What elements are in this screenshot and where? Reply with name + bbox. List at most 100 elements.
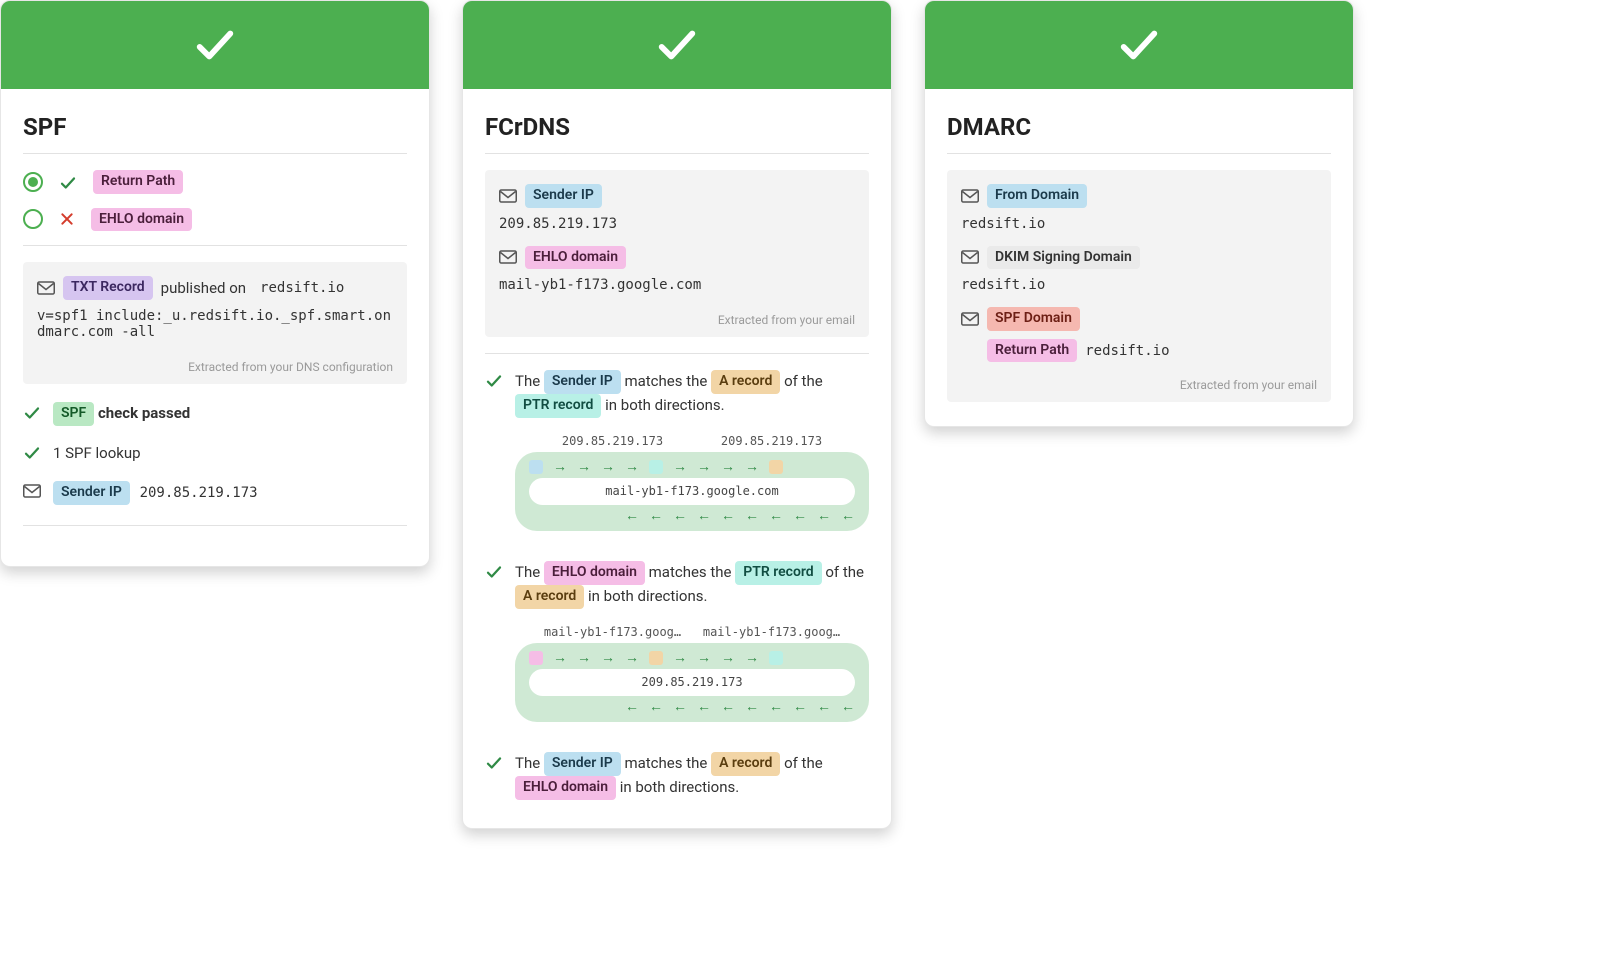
dkim-tag: DKIM Signing Domain <box>987 246 1140 270</box>
radio-unselected-icon <box>23 209 43 229</box>
spf-sender-ip-row: Sender IP 209.85.219.173 <box>23 481 407 505</box>
mail-icon <box>23 484 41 498</box>
chip <box>529 460 543 474</box>
dmarc-card: DMARC From Domain redsift.io DKIM Signin… <box>924 0 1354 427</box>
chip <box>649 460 663 474</box>
divider <box>23 525 407 526</box>
dmarc-email-box: From Domain redsift.io DKIM Signing Doma… <box>947 170 1331 402</box>
rt-center-value: mail-yb1-f173.google.com <box>529 478 855 505</box>
ehlo-tag: EHLO domain <box>525 246 626 270</box>
footnote: Extracted from your email <box>499 307 855 331</box>
chip <box>649 651 663 665</box>
txt-record-box: TXT Record published on redsift.io v=spf… <box>23 262 407 384</box>
chip <box>529 651 543 665</box>
rt-label-right: mail-yb1-f173.goog… <box>692 623 851 642</box>
fcr-result-3: The Sender IP matches the A record of th… <box>485 752 869 800</box>
a-record-tag: A record <box>515 585 584 609</box>
text: in both directions. <box>616 778 739 796</box>
chip <box>769 460 783 474</box>
published-on-text: published on <box>161 279 246 297</box>
check-icon <box>654 22 700 68</box>
text: in both directions. <box>601 396 724 414</box>
text: The <box>515 372 544 390</box>
spf-lookup-row: 1 SPF lookup <box>23 442 407 465</box>
text: in both directions. <box>584 587 707 605</box>
txt-record-value: v=spf1 include:_u.redsift.io._spf.smart.… <box>37 308 393 340</box>
sender-ip-tag: Sender IP <box>53 481 130 505</box>
check-icon <box>23 404 41 422</box>
round-trip-diagram: mail-yb1-f173.goog… mail-yb1-f173.goog… … <box>515 623 869 722</box>
dkim-value: redsift.io <box>961 277 1317 293</box>
divider <box>485 353 869 354</box>
spf-check-passed-row: SPF check passed <box>23 402 407 426</box>
lookup-text: 1 SPF lookup <box>53 442 141 465</box>
fcr-result-1: The Sender IP matches the A record of th… <box>485 370 869 535</box>
sender-ip-tag: Sender IP <box>544 752 621 776</box>
from-domain-tag: From Domain <box>987 184 1087 208</box>
check-icon <box>485 754 503 772</box>
spf-option-return-path[interactable]: Return Path <box>23 170 407 194</box>
fcr-result-2: The EHLO domain matches the PTR record o… <box>485 561 869 726</box>
a-record-tag: A record <box>711 370 780 394</box>
radio-selected-icon <box>23 172 43 192</box>
check-icon <box>1116 22 1162 68</box>
txt-record-tag: TXT Record <box>63 276 153 300</box>
arrow-left-icon: ← <box>841 509 855 523</box>
mail-icon <box>961 189 979 203</box>
card-header <box>925 1 1353 89</box>
check-passed-text: check passed <box>94 404 190 422</box>
footnote: Extracted from your email <box>961 372 1317 396</box>
card-title: DMARC <box>947 113 1331 141</box>
mail-icon <box>499 250 517 264</box>
card-header <box>463 1 891 89</box>
fcrdns-card: FCrDNS Sender IP 209.85.219.173 EHLO dom… <box>462 0 892 829</box>
fcr-email-box: Sender IP 209.85.219.173 EHLO domain mai… <box>485 170 869 337</box>
spf-option-ehlo[interactable]: EHLO domain <box>23 208 407 232</box>
text: of the <box>822 563 864 581</box>
check-icon <box>192 22 238 68</box>
text: The <box>515 754 544 772</box>
divider <box>485 153 869 154</box>
text: matches the <box>621 372 711 390</box>
sender-ip-value: 209.85.219.173 <box>140 485 258 501</box>
ehlo-tag: EHLO domain <box>544 561 645 585</box>
a-record-tag: A record <box>711 752 780 776</box>
check-icon <box>485 563 503 581</box>
sender-ip-tag: Sender IP <box>525 184 602 208</box>
x-icon <box>59 211 75 227</box>
ptr-record-tag: PTR record <box>735 561 821 585</box>
mail-icon <box>499 189 517 203</box>
rt-label-right: 209.85.219.173 <box>692 432 851 451</box>
rt-center-value: 209.85.219.173 <box>529 669 855 696</box>
sender-ip-value: 209.85.219.173 <box>499 216 855 232</box>
text: of the <box>780 372 822 390</box>
ehlo-tag: EHLO domain <box>515 776 616 800</box>
published-on-domain: redsift.io <box>254 278 350 298</box>
card-title: SPF <box>23 113 407 141</box>
rt-label-left: 209.85.219.173 <box>533 432 692 451</box>
round-trip-diagram: 209.85.219.173 209.85.219.173 →→→→ →→→→ <box>515 432 869 531</box>
return-path-value: redsift.io <box>1085 343 1169 359</box>
mail-icon <box>961 312 979 326</box>
rt-label-left: mail-yb1-f173.goog… <box>533 623 692 642</box>
from-domain-value: redsift.io <box>961 216 1317 232</box>
check-icon <box>485 372 503 390</box>
sender-ip-tag: Sender IP <box>544 370 621 394</box>
divider <box>23 153 407 154</box>
divider <box>23 245 407 246</box>
arrow-right-icon: → <box>553 460 567 474</box>
text: matches the <box>645 563 735 581</box>
spf-tag: SPF <box>53 402 94 426</box>
spf-domain-tag: SPF Domain <box>987 307 1080 331</box>
ptr-record-tag: PTR record <box>515 394 601 418</box>
text: of the <box>780 754 822 772</box>
check-icon <box>23 444 41 462</box>
mail-icon <box>961 250 979 264</box>
spf-card: SPF Return Path EHLO domain TXT Record <box>0 0 430 567</box>
check-icon <box>59 174 77 192</box>
text: matches the <box>621 754 711 772</box>
card-header <box>1 1 429 89</box>
return-path-tag: Return Path <box>987 339 1077 363</box>
return-path-tag: Return Path <box>93 170 183 194</box>
text: The <box>515 563 544 581</box>
